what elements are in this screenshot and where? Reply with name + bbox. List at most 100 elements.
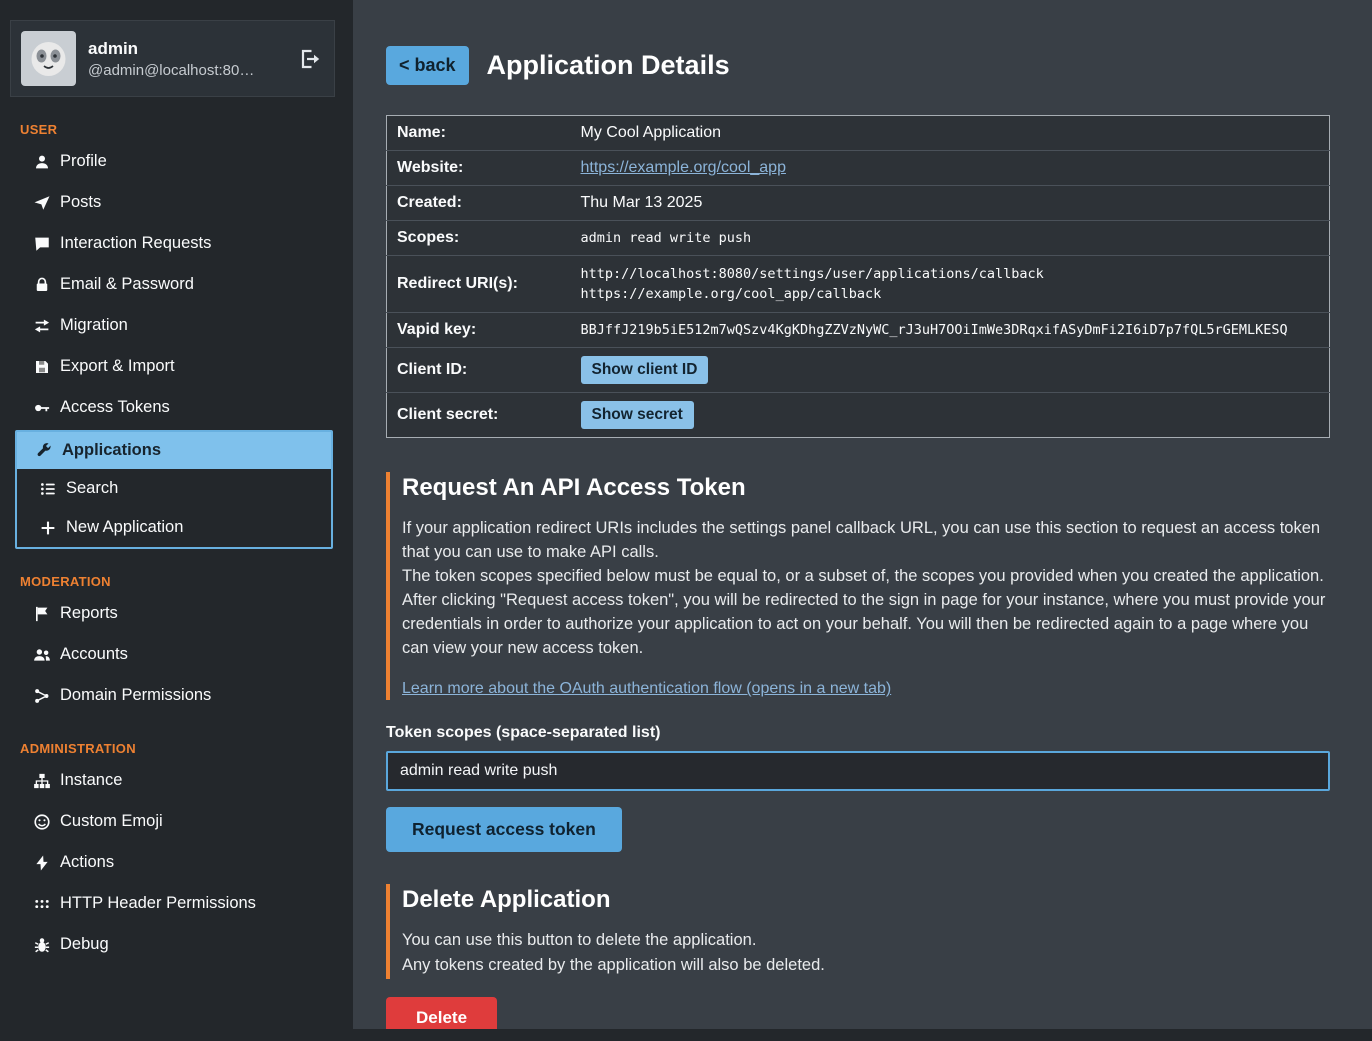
sidebar-item-reports[interactable]: Reports [0, 593, 345, 634]
sidebar-item-new-application[interactable]: New Application [17, 508, 331, 547]
table-row-client-id: Client ID: Show client ID [387, 348, 1330, 393]
sidebar-item-custom-emoji[interactable]: Custom Emoji [0, 801, 345, 842]
row-label: Vapid key: [387, 313, 579, 348]
sidebar-item-label: Migration [60, 316, 128, 335]
sidebar-item-label: Actions [60, 853, 114, 872]
user-handle: @admin@localhost:80… [88, 62, 254, 79]
sidebar-item-applications-search[interactable]: Search [17, 469, 331, 508]
table-row-created: Created: Thu Mar 13 2025 [387, 186, 1330, 221]
transfer-arrows-icon [33, 317, 51, 335]
table-row-client-secret: Client secret: Show secret [387, 393, 1330, 438]
sidebar-item-label: New Application [66, 518, 183, 537]
request-token-paragraph: If your application redirect URIs includ… [402, 516, 1330, 564]
table-row-vapid-key: Vapid key: BBJffJ219b5iE512m7wQSzv4KgKDh… [387, 313, 1330, 348]
sidebar-item-label: Profile [60, 152, 107, 171]
delete-button[interactable]: Delete [386, 997, 497, 1029]
sidebar-item-label: Posts [60, 193, 101, 212]
row-value: Thu Mar 13 2025 [579, 186, 1330, 221]
grip-dots-icon [33, 895, 51, 913]
sidebar: admin @admin@localhost:80… USER Profile … [0, 0, 345, 1041]
row-label: Client secret: [387, 393, 579, 438]
request-token-section: Request An API Access Token If your appl… [386, 472, 1330, 700]
sidebar-item-http-header-permissions[interactable]: HTTP Header Permissions [0, 883, 345, 924]
sidebar-item-label: Search [66, 479, 118, 498]
sidebar-item-posts[interactable]: Posts [0, 182, 345, 223]
person-icon [33, 153, 51, 171]
delete-line: Any tokens created by the application wi… [402, 953, 1330, 977]
sidebar-item-label: Accounts [60, 645, 128, 664]
show-client-id-button[interactable]: Show client ID [581, 356, 709, 384]
table-row-name: Name: My Cool Application [387, 116, 1330, 151]
bug-icon [33, 936, 51, 954]
back-button[interactable]: < back [386, 46, 469, 85]
bolt-icon [33, 854, 51, 872]
sidebar-item-applications[interactable]: Applications [17, 432, 331, 469]
user-name: admin [88, 39, 254, 59]
floppy-disk-icon [33, 358, 51, 376]
wrench-icon [35, 442, 53, 460]
sidebar-item-accounts[interactable]: Accounts [0, 634, 345, 675]
list-icon [39, 480, 57, 498]
row-label: Created: [387, 186, 579, 221]
avatar [21, 31, 76, 86]
users-icon [33, 646, 51, 664]
logout-icon [298, 47, 322, 71]
sidebar-item-domain-permissions[interactable]: Domain Permissions [0, 675, 345, 716]
sidebar-item-label: Debug [60, 935, 109, 954]
page-title: Application Details [487, 50, 730, 81]
sidebar-item-migration[interactable]: Migration [0, 305, 345, 346]
sidebar-item-export-import[interactable]: Export & Import [0, 346, 345, 387]
token-scopes-input[interactable] [386, 751, 1330, 791]
section-label-administration: ADMINISTRATION [20, 741, 345, 756]
sidebar-item-label: Custom Emoji [60, 812, 163, 831]
main-content: < back Application Details Name: My Cool… [353, 0, 1372, 1029]
plus-icon [39, 519, 57, 537]
sidebar-item-instance[interactable]: Instance [0, 760, 345, 801]
token-scopes-label: Token scopes (space-separated list) [386, 724, 1330, 742]
key-icon [33, 399, 51, 417]
table-row-redirect-uris: Redirect URI(s): http://localhost:8080/s… [387, 256, 1330, 313]
comment-icon [33, 235, 51, 253]
request-token-title: Request An API Access Token [402, 474, 1330, 502]
application-details-table: Name: My Cool Application Website: https… [386, 115, 1330, 438]
page-header: < back Application Details [386, 46, 1330, 85]
sitemap-icon [33, 772, 51, 790]
delete-line: You can use this button to delete the ap… [402, 928, 1330, 952]
applications-group: Applications Search New Application [15, 430, 333, 549]
flag-icon [33, 605, 51, 623]
row-label: Client ID: [387, 348, 579, 393]
section-label-user: USER [20, 122, 345, 137]
sidebar-item-actions[interactable]: Actions [0, 842, 345, 883]
section-label-moderation: MODERATION [20, 574, 345, 589]
sidebar-item-label: Domain Permissions [60, 686, 211, 705]
sidebar-item-interaction-requests[interactable]: Interaction Requests [0, 223, 345, 264]
request-access-token-button[interactable]: Request access token [386, 807, 622, 852]
table-row-scopes: Scopes: admin read write push [387, 221, 1330, 256]
show-secret-button[interactable]: Show secret [581, 401, 694, 429]
sidebar-item-label: Email & Password [60, 275, 194, 294]
sidebar-item-debug[interactable]: Debug [0, 924, 345, 965]
network-icon [33, 687, 51, 705]
logout-button[interactable] [296, 45, 324, 73]
row-label: Redirect URI(s): [387, 256, 579, 313]
table-row-website: Website: https://example.org/cool_app [387, 151, 1330, 186]
smiley-icon [33, 813, 51, 831]
row-value: BBJffJ219b5iE512m7wQSzv4KgKDhgZZVzNyWC_r… [579, 313, 1330, 348]
sidebar-item-profile[interactable]: Profile [0, 141, 345, 182]
sidebar-item-label: Reports [60, 604, 118, 623]
redirect-uri-1: http://localhost:8080/settings/user/appl… [581, 264, 1320, 284]
row-value: My Cool Application [579, 116, 1330, 151]
sidebar-item-access-tokens[interactable]: Access Tokens [0, 387, 345, 428]
delete-application-title: Delete Application [402, 886, 1330, 914]
oauth-docs-link[interactable]: Learn more about the OAuth authenticatio… [402, 680, 891, 697]
row-label: Name: [387, 116, 579, 151]
website-link[interactable]: https://example.org/cool_app [581, 159, 786, 176]
sidebar-item-label: HTTP Header Permissions [60, 894, 256, 913]
row-value: admin read write push [579, 221, 1330, 256]
delete-application-section: Delete Application You can use this butt… [386, 884, 1330, 978]
sidebar-item-label: Applications [62, 441, 161, 460]
sidebar-item-label: Access Tokens [60, 398, 170, 417]
sidebar-item-label: Export & Import [60, 357, 175, 376]
sidebar-item-email-password[interactable]: Email & Password [0, 264, 345, 305]
user-card: admin @admin@localhost:80… [10, 20, 335, 97]
